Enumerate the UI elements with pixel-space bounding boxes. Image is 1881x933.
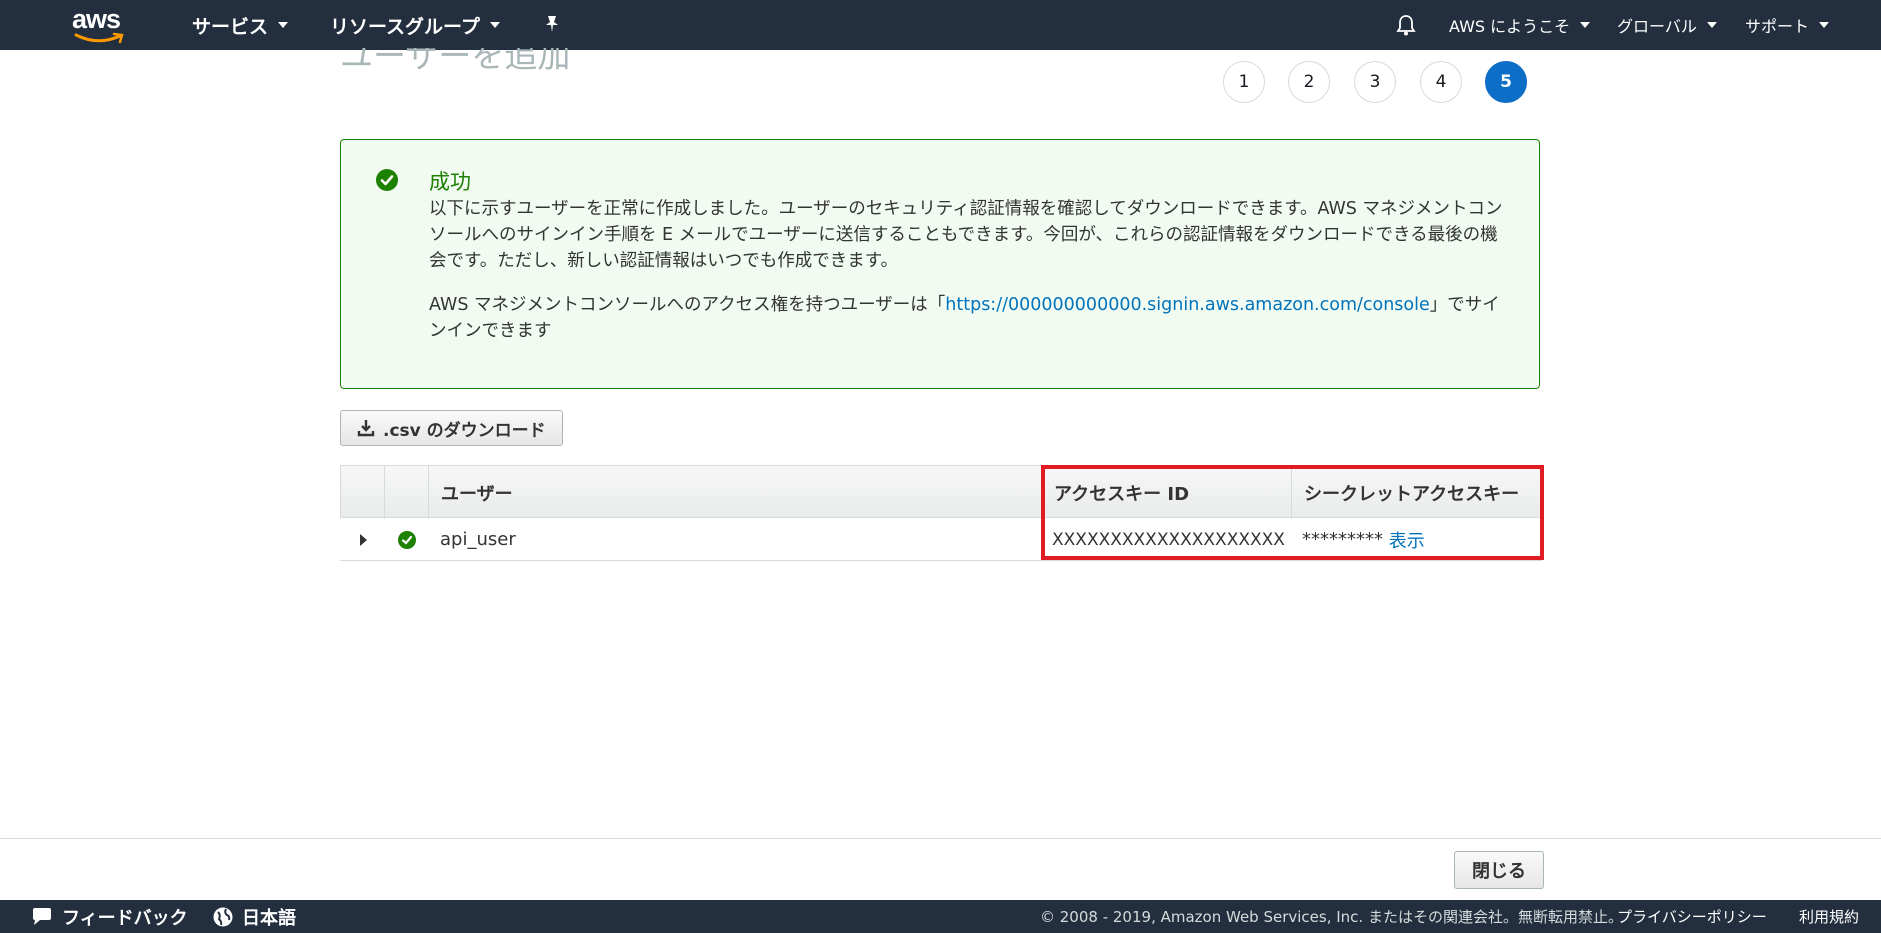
console-prefix: AWS マネジメントコンソールへのアクセス権を持つユーザーは「	[429, 295, 946, 315]
top-navigation: aws サービス リソースグループ AWS にようこそ グローバル サポート	[0, 0, 1881, 50]
smile-arrow-icon	[74, 32, 124, 44]
chevron-down-icon	[489, 22, 500, 28]
chevron-down-icon	[278, 22, 289, 28]
footer: フィードバック 日本語 © 2008 - 2019, Amazon Web Se…	[0, 900, 1881, 933]
feedback-link[interactable]: フィードバック	[30, 900, 188, 933]
account-menu[interactable]: AWS にようこそ	[1449, 0, 1591, 50]
download-icon	[357, 420, 375, 437]
header-secret-access-key[interactable]: シークレットアクセスキー	[1292, 466, 1541, 519]
support-menu[interactable]: サポート	[1745, 0, 1830, 50]
chevron-down-icon	[1580, 22, 1591, 28]
secret-masked-value: *********	[1302, 529, 1383, 550]
chat-icon	[33, 907, 51, 925]
language-label: 日本語	[242, 907, 296, 929]
services-label: サービス	[192, 15, 269, 38]
copyright-text: © 2008 - 2019, Amazon Web Services, Inc.…	[1040, 908, 1623, 926]
terms-link[interactable]: 利用規約	[1799, 900, 1859, 933]
action-bar: 閉じる	[0, 838, 1881, 900]
bell-icon[interactable]	[1396, 14, 1416, 40]
console-signin-text: AWS マネジメントコンソールへのアクセス権を持つユーザーは「https://0…	[429, 292, 1514, 344]
success-title: 成功	[429, 170, 471, 194]
support-label: サポート	[1745, 17, 1810, 36]
step-2[interactable]: 2	[1288, 61, 1330, 103]
header-user[interactable]: ユーザー	[429, 466, 1042, 519]
services-menu[interactable]: サービス	[192, 0, 289, 50]
header-access-key-id[interactable]: アクセスキー ID	[1042, 466, 1292, 519]
aws-logo[interactable]: aws	[72, 6, 128, 44]
download-csv-label: .csv のダウンロード	[383, 420, 546, 441]
close-button[interactable]: 閉じる	[1454, 851, 1544, 889]
chevron-down-icon	[1819, 22, 1830, 28]
step-5-active: 5	[1485, 61, 1527, 103]
language-selector[interactable]: 日本語	[212, 900, 296, 933]
feedback-label: フィードバック	[62, 907, 188, 929]
chevron-down-icon	[1706, 22, 1717, 28]
logo-text: aws	[72, 4, 121, 34]
resource-groups-menu[interactable]: リソースグループ	[330, 0, 500, 50]
region-menu[interactable]: グローバル	[1617, 0, 1717, 50]
resource-groups-label: リソースグループ	[330, 15, 480, 38]
user-name-cell: api_user	[440, 529, 516, 550]
region-label: グローバル	[1617, 17, 1697, 36]
success-body: 以下に示すユーザーを正常に作成しました。ユーザーのセキュリティ認証情報を確認して…	[429, 196, 1514, 344]
download-csv-button[interactable]: .csv のダウンロード	[340, 410, 563, 446]
header-status-column	[385, 466, 429, 519]
privacy-policy-link[interactable]: プライバシーポリシー	[1617, 900, 1767, 933]
check-circle-icon	[398, 518, 416, 561]
step-1[interactable]: 1	[1223, 61, 1265, 103]
success-message: 以下に示すユーザーを正常に作成しました。ユーザーのセキュリティ認証情報を確認して…	[429, 199, 1503, 271]
globe-icon	[213, 907, 233, 926]
account-label: AWS にようこそ	[1449, 17, 1571, 36]
pin-icon[interactable]	[544, 14, 560, 38]
access-key-id-cell: XXXXXXXXXXXXXXXXXXXX	[1052, 529, 1285, 550]
secret-key-cell: ********* 表示	[1302, 518, 1425, 561]
table-row: api_user XXXXXXXXXXXXXXXXXXXX ********* …	[340, 518, 1542, 561]
success-alert: 成功 以下に示すユーザーを正常に作成しました。ユーザーのセキュリティ認証情報を確…	[340, 139, 1540, 389]
step-4[interactable]: 4	[1420, 61, 1462, 103]
table-header: ユーザー アクセスキー ID シークレットアクセスキー	[340, 465, 1542, 519]
page-title: ユーザーを追加	[340, 48, 571, 75]
header-expand-column	[341, 466, 385, 519]
expand-caret-icon[interactable]	[360, 518, 367, 561]
console-url-link[interactable]: https://000000000000.signin.aws.amazon.c…	[945, 295, 1430, 315]
check-circle-icon	[376, 169, 398, 191]
step-3[interactable]: 3	[1354, 61, 1396, 103]
show-secret-link[interactable]: 表示	[1389, 527, 1425, 553]
